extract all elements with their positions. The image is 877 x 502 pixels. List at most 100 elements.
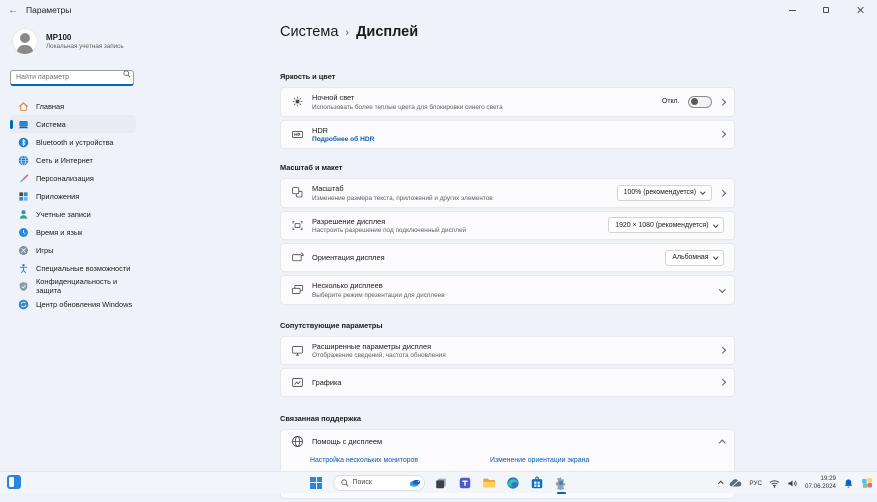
notification-bell-icon[interactable]	[843, 478, 854, 489]
scale-dropdown[interactable]: 100% (рекомендуется)	[617, 185, 712, 201]
multiple-displays-card[interactable]: Несколько дисплеев Выберите режим презен…	[280, 275, 735, 305]
night-light-title: Ночной свет	[312, 93, 662, 102]
orientation-dropdown[interactable]: Альбомная	[665, 250, 724, 266]
language-indicator[interactable]: РУС	[749, 480, 762, 487]
clock[interactable]: 19:29 07.06.2024	[805, 475, 836, 491]
section-scale-layout: Масштаб и макет	[280, 163, 735, 172]
sidebar-item-apps[interactable]: Приложения	[10, 187, 136, 205]
accessibility-icon	[18, 263, 29, 274]
sidebar-item-network[interactable]: Сеть и Интернет	[10, 151, 136, 169]
resolution-card[interactable]: Разрешение дисплея Настроить разрешение …	[280, 211, 735, 241]
sidebar-item-label: Специальные возможности	[36, 264, 130, 273]
tray-time: 19:29	[805, 475, 836, 483]
microsoft-store-button[interactable]	[530, 475, 545, 490]
search-highlight-icon	[409, 477, 421, 489]
chevron-right-icon	[719, 379, 725, 385]
scale-icon	[291, 186, 304, 199]
search-icon	[341, 479, 349, 487]
sidebar-item-label: Главная	[36, 102, 64, 111]
windows-logo-icon	[310, 477, 322, 489]
hdr-card[interactable]: HDR Подробнее об HDR	[280, 120, 735, 150]
task-view-icon	[434, 476, 448, 490]
sidebar-item-label: Сеть и Интернет	[36, 156, 93, 165]
widgets-icon[interactable]	[7, 475, 21, 489]
sidebar-item-home[interactable]: Главная	[10, 97, 136, 115]
breadcrumb-system[interactable]: Система	[280, 24, 338, 40]
teams-button[interactable]	[458, 475, 473, 490]
volume-icon[interactable]	[787, 479, 798, 488]
colorful-widget-icon[interactable]	[861, 477, 873, 489]
advanced-display-desc: Отображение сведений, частота обновления	[312, 352, 720, 359]
system-tray: РУС 19:29 07.06.2024	[719, 472, 873, 494]
sidebar-item-label: Приложения	[36, 192, 79, 201]
search-icon	[123, 70, 131, 78]
hdr-learn-more-link[interactable]: Подробнее об HDR	[312, 136, 720, 143]
page-title: Дисплей	[356, 24, 418, 40]
sidebar-item-gaming[interactable]: Игры	[10, 241, 136, 259]
gaming-icon	[18, 245, 29, 256]
night-light-icon	[291, 95, 304, 108]
orientation-dropdown-value: Альбомная	[672, 254, 708, 261]
sidebar-item-accounts[interactable]: Учетные записи	[10, 205, 136, 223]
window-title: Параметры	[26, 5, 71, 15]
file-explorer-button[interactable]	[482, 475, 497, 490]
scale-desc: Изменение размера текста, приложений и д…	[312, 195, 617, 202]
advanced-display-icon	[291, 344, 304, 357]
titlebar: ← Параметры	[0, 0, 877, 20]
tray-overflow-icon[interactable]	[718, 482, 723, 487]
sidebar-item-accessibility[interactable]: Специальные возможности	[10, 259, 136, 277]
night-light-toggle[interactable]	[688, 96, 712, 108]
advanced-display-card[interactable]: Расширенные параметры дисплея Отображени…	[280, 336, 735, 366]
scale-title: Масштаб	[312, 184, 617, 193]
onedrive-icon[interactable]	[729, 478, 742, 488]
chevron-down-icon	[700, 189, 705, 194]
sidebar-item-bluetooth[interactable]: Bluetooth и устройства	[10, 133, 136, 151]
chevron-down-icon	[713, 254, 718, 259]
close-button[interactable]	[843, 0, 877, 20]
sidebar-item-time-language[interactable]: Время и язык	[10, 223, 136, 241]
display-help-title: Помощь с дисплеем	[312, 437, 720, 446]
scale-dropdown-value: 100% (рекомендуется)	[624, 189, 696, 196]
web-help-icon	[291, 435, 304, 448]
link-change-screen-orientation[interactable]: Изменение ориентации экрана	[490, 457, 589, 464]
sidebar-item-system[interactable]: Система	[10, 115, 136, 133]
chevron-right-icon	[719, 99, 725, 105]
sidebar-item-privacy[interactable]: Конфиденциальность и защита	[10, 277, 136, 295]
wifi-icon[interactable]	[769, 479, 780, 488]
start-button[interactable]	[309, 475, 324, 490]
hdr-icon	[291, 128, 304, 141]
chevron-down-icon	[719, 286, 725, 292]
sidebar-item-label: Конфиденциальность и защита	[36, 277, 136, 295]
minimize-button[interactable]	[775, 0, 809, 20]
settings-search-input[interactable]	[10, 70, 134, 86]
personalization-icon	[18, 173, 29, 184]
hdr-title: HDR	[312, 126, 720, 135]
night-light-card[interactable]: Ночной свет Использовать более теплые цв…	[280, 87, 735, 117]
taskbar-search-placeholder: Поиск	[353, 479, 405, 486]
graphics-card[interactable]: Графика	[280, 368, 735, 397]
minimize-icon	[789, 10, 796, 11]
section-related-support: Связанная поддержка	[280, 414, 735, 423]
scale-card[interactable]: Масштаб Изменение размера текста, прилож…	[280, 178, 735, 208]
resolution-dropdown[interactable]: 1920 × 1080 (рекомендуется)	[608, 217, 724, 233]
file-explorer-icon	[482, 476, 496, 490]
sidebar-item-label: Bluetooth и устройства	[36, 138, 114, 147]
tray-date: 07.06.2024	[805, 483, 836, 491]
settings-gear-icon	[554, 476, 568, 490]
sidebar-item-windows-update[interactable]: Центр обновления Windows	[10, 295, 136, 313]
close-icon	[856, 6, 864, 14]
settings-app-button[interactable]	[554, 475, 569, 490]
edge-button[interactable]	[506, 475, 521, 490]
orientation-card[interactable]: Ориентация дисплея Альбомная	[280, 243, 735, 272]
back-button[interactable]: ←	[0, 0, 26, 20]
link-setup-multiple-monitors[interactable]: Настройка нескольких мониторов	[310, 457, 490, 464]
maximize-button[interactable]	[809, 0, 843, 20]
sidebar-item-label: Персонализация	[36, 174, 94, 183]
chevron-right-icon	[719, 190, 725, 196]
resolution-dropdown-value: 1920 × 1080 (рекомендуется)	[615, 222, 708, 229]
orientation-icon	[291, 251, 304, 264]
account-card[interactable]: MP100 Локальная учетная запись	[10, 26, 136, 64]
task-view-button[interactable]	[434, 475, 449, 490]
taskbar-search[interactable]: Поиск	[333, 475, 425, 491]
sidebar-item-personalization[interactable]: Персонализация	[10, 169, 136, 187]
